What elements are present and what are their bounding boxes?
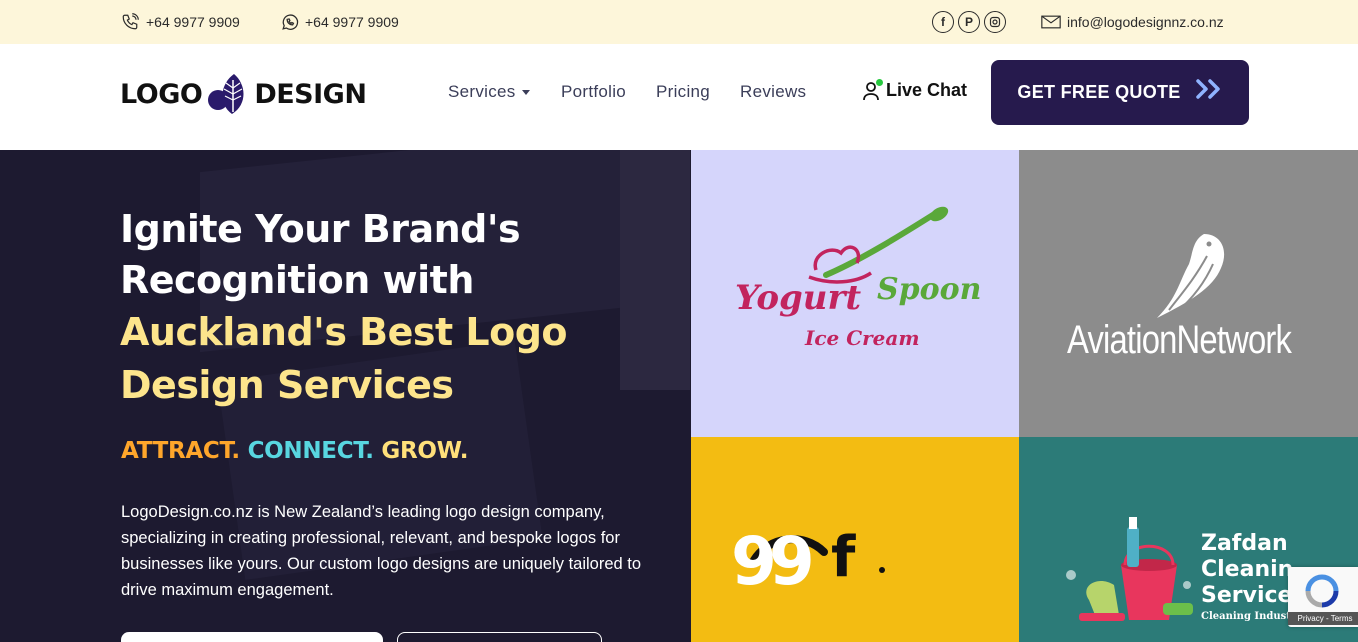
phone-contact[interactable]: +64 9977 9909 xyxy=(120,12,240,32)
double-chevron-right-icon xyxy=(1195,78,1223,107)
hero-heading-line4: Design Services xyxy=(120,363,454,407)
hero-bg-swatch-shape xyxy=(620,150,690,390)
leaf-logo-icon xyxy=(208,74,244,114)
whatsapp-icon xyxy=(279,12,299,32)
portfolio-tile-aviation-network[interactable]: AviationNetwork xyxy=(1019,150,1358,437)
ninety-nine-mark: 99 xyxy=(731,523,815,600)
recaptcha-icon xyxy=(1305,574,1339,608)
quote-button-label: GET FREE QUOTE xyxy=(1017,82,1181,102)
live-chat-label: Live Chat xyxy=(886,80,968,100)
zafdan-line1: Zafdan xyxy=(1201,531,1288,556)
f-letter: f xyxy=(831,525,856,590)
hero-heading-line2: Recognition with xyxy=(120,258,474,302)
whatsapp-number[interactable]: +64 9977 9909 xyxy=(305,14,399,30)
portfolio-tile-yogurt-spoon[interactable]: Yogurt Spoon Ice Cream xyxy=(691,150,1019,437)
main-header: LOGO DESIGN Services Portfolio Pricing R… xyxy=(0,44,1358,150)
cleaning-supplies-icon xyxy=(1066,517,1193,621)
tagline-grow: GROW. xyxy=(381,438,469,464)
logo-text-right: DESIGN xyxy=(254,78,367,110)
recaptcha-badge[interactable]: Privacy - Terms xyxy=(1288,567,1358,627)
tagline-attract: ATTRACT. xyxy=(121,438,240,464)
nav-portfolio[interactable]: Portfolio xyxy=(561,82,626,102)
caret-down-icon xyxy=(521,90,530,96)
recaptcha-links[interactable]: Privacy - Terms xyxy=(1288,612,1358,625)
ice-cream-word: Ice Cream xyxy=(805,326,920,350)
mail-icon xyxy=(1041,12,1061,32)
hero-primary-button[interactable] xyxy=(121,632,383,642)
zafdan-tagline: Cleaning Industry xyxy=(1201,611,1302,622)
get-free-quote-button[interactable]: GET FREE QUOTE xyxy=(991,60,1249,125)
yogurt-word: Yogurt xyxy=(735,278,862,318)
spoon-word: Spoon xyxy=(877,272,982,307)
email-contact[interactable]: info@logodesignnz.co.nz xyxy=(1041,12,1224,32)
instagram-icon[interactable] xyxy=(984,11,1006,33)
pinterest-icon[interactable]: P xyxy=(958,11,980,33)
phone-icon xyxy=(120,12,140,32)
hero-secondary-button[interactable] xyxy=(397,632,602,642)
aviation-network-wordmark: AviationNetwork xyxy=(1067,318,1292,362)
hero-heading-line1: Ignite Your Brand's xyxy=(120,207,521,251)
phone-number[interactable]: +64 9977 9909 xyxy=(146,14,240,30)
whatsapp-contact[interactable]: +64 9977 9909 xyxy=(279,12,399,32)
social-links: f P xyxy=(932,11,1006,33)
hero-tagline: ATTRACT. CONNECT. GROW. xyxy=(121,438,469,464)
dot-mark xyxy=(879,567,885,573)
facebook-icon[interactable]: f xyxy=(932,11,954,33)
tagline-connect: CONNECT. xyxy=(247,438,374,464)
zafdan-line2: Cleanin xyxy=(1201,557,1294,582)
bird-icon xyxy=(1157,234,1225,318)
top-contact-bar: +64 9977 9909 +64 9977 9909 f P info@log… xyxy=(0,0,1358,44)
zafdan-line3: Service xyxy=(1201,583,1293,608)
live-chat-button[interactable]: Live Chat xyxy=(862,78,968,101)
nav-services[interactable]: Services xyxy=(448,82,530,102)
online-status-dot xyxy=(876,78,883,86)
site-logo[interactable]: LOGO DESIGN xyxy=(120,70,367,118)
hero-description: LogoDesign.co.nz is New Zealand’s leadin… xyxy=(121,503,642,599)
user-icon xyxy=(862,78,883,101)
logo-text-left: LOGO xyxy=(120,78,203,110)
hero-section: Ignite Your Brand's Recognition with Auc… xyxy=(0,150,691,642)
nav-reviews[interactable]: Reviews xyxy=(740,82,806,102)
email-address[interactable]: info@logodesignnz.co.nz xyxy=(1067,14,1224,30)
nav-pricing[interactable]: Pricing xyxy=(656,82,710,102)
nav-services-label: Services xyxy=(448,82,516,101)
hero-heading-line3: Auckland's Best Logo xyxy=(120,310,568,354)
portfolio-tile-99f[interactable]: 99 f xyxy=(691,437,1019,642)
